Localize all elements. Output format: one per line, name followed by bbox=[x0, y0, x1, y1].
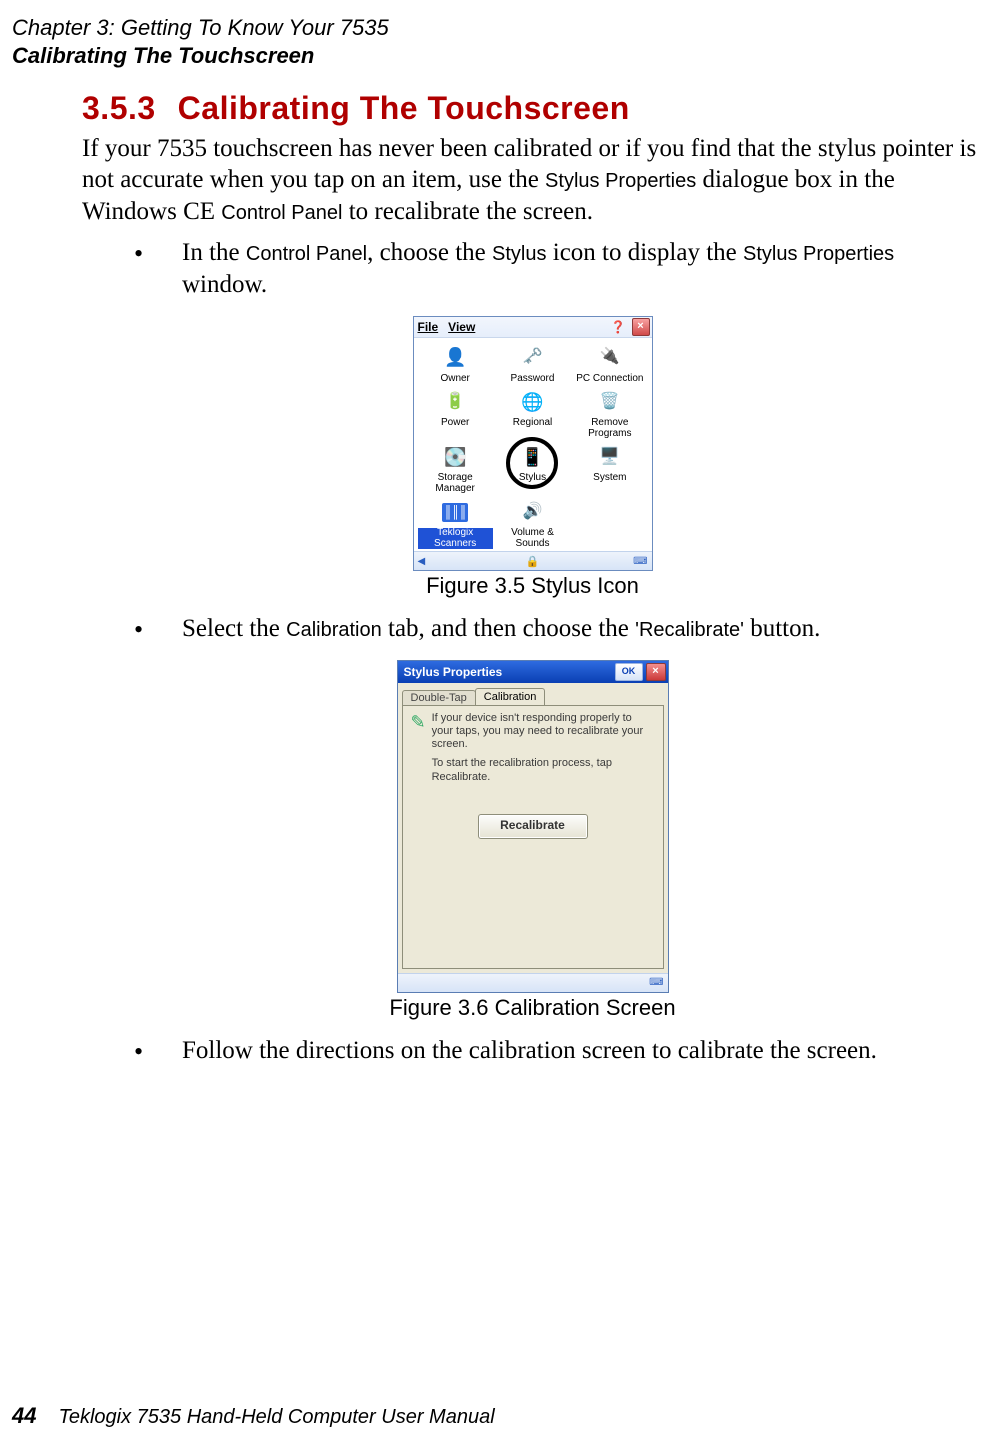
keyboard-icon[interactable]: ⌨ bbox=[649, 977, 663, 988]
tab-calibration[interactable]: Calibration bbox=[475, 688, 546, 706]
regional-icon bbox=[518, 388, 546, 416]
ui-label-control-panel: Control Panel bbox=[221, 202, 342, 224]
control-panel-window: File View ❓ × Owner Password PC Connection… bbox=[413, 316, 653, 572]
b1l2: Stylus bbox=[492, 243, 546, 265]
b2l2: 'Recalibrate' bbox=[635, 619, 744, 641]
b1p2: , choose the bbox=[367, 239, 492, 266]
cp-item-password[interactable]: Password bbox=[495, 344, 570, 385]
keyboard-icon[interactable]: ⌨ bbox=[633, 556, 647, 567]
recalibrate-button[interactable]: Recalibrate bbox=[478, 814, 588, 839]
tab-pane: If your device isn't responding properly… bbox=[402, 705, 664, 969]
owner-icon bbox=[441, 344, 469, 372]
bullet-follow-directions: Follow the directions on the calibration… bbox=[134, 1035, 983, 1068]
ok-button[interactable]: OK bbox=[615, 663, 643, 681]
scan-icon bbox=[441, 498, 469, 526]
cp-item-label: Remove Programs bbox=[572, 418, 647, 439]
system-icon bbox=[596, 443, 624, 471]
manual-title: Teklogix 7535 Hand-Held Computer User Ma… bbox=[58, 1406, 494, 1428]
b1p3: icon to display the bbox=[547, 239, 744, 266]
b1l3: Stylus Properties bbox=[743, 243, 894, 265]
stylus-icon bbox=[518, 443, 546, 471]
intro-paragraph: If your 7535 touchscreen has never been … bbox=[82, 133, 983, 227]
storage-icon bbox=[441, 443, 469, 471]
cp-item-label: Teklogix Scanners bbox=[418, 528, 493, 549]
cp-item-label: Stylus bbox=[519, 473, 546, 484]
b1p1: In the bbox=[182, 239, 246, 266]
tab-strip: Double-Tap Calibration bbox=[398, 683, 668, 705]
calibration-desc-2: To start the recalibration process, tap … bbox=[432, 757, 655, 783]
cp-item-label: PC Connection bbox=[576, 374, 643, 385]
figure-calibration-screen: Stylus Properties OK × Double-Tap Calibr… bbox=[82, 660, 983, 1021]
cp-item-power[interactable]: Power bbox=[418, 388, 493, 439]
stylus-properties-window: Stylus Properties OK × Double-Tap Calibr… bbox=[397, 660, 669, 993]
chapter-line: Chapter 3: Getting To Know Your 7535 bbox=[12, 14, 389, 42]
menu-view[interactable]: View bbox=[448, 320, 475, 334]
b2p2: tab, and then choose the bbox=[382, 615, 635, 642]
cp-item-owner[interactable]: Owner bbox=[418, 344, 493, 385]
volume-icon bbox=[518, 498, 546, 526]
window-title: Stylus Properties bbox=[404, 665, 503, 679]
section-heading: 3.5.3 Calibrating The Touchscreen bbox=[82, 90, 983, 127]
b1l1: Control Panel bbox=[246, 243, 367, 265]
tab-content: If your device isn't responding properly… bbox=[403, 706, 663, 790]
cp-item-volume-sounds[interactable]: Volume & Sounds bbox=[495, 498, 570, 549]
page-header: Chapter 3: Getting To Know Your 7535 Cal… bbox=[12, 14, 389, 69]
cp-item-label: Volume & Sounds bbox=[495, 528, 570, 549]
b2l1: Calibration bbox=[286, 619, 382, 641]
password-icon bbox=[518, 344, 546, 372]
page-footer: 44 Teklogix 7535 Hand-Held Computer User … bbox=[12, 1403, 495, 1429]
control-panel-grid: Owner Password PC Connection Power Regional R… bbox=[414, 338, 652, 552]
menu-file[interactable]: File bbox=[418, 320, 439, 334]
figure-caption-1: Figure 3.5 Stylus Icon bbox=[426, 573, 639, 599]
close-icon[interactable]: × bbox=[646, 663, 666, 681]
remove-icon bbox=[596, 388, 624, 416]
b1p4: window. bbox=[182, 271, 267, 298]
help-icon[interactable]: ❓ bbox=[611, 320, 626, 334]
cp-item-remove-programs[interactable]: Remove Programs bbox=[572, 388, 647, 439]
cp-item-teklogix-scanners[interactable]: Teklogix Scanners bbox=[418, 498, 493, 549]
b2p3: button. bbox=[744, 615, 820, 642]
ui-label-stylus-properties: Stylus Properties bbox=[545, 170, 696, 192]
figure-stylus-icon: File View ❓ × Owner Password PC Connection… bbox=[82, 316, 983, 600]
cp-item-label: Regional bbox=[513, 418, 552, 429]
cp-item-label: System bbox=[593, 473, 626, 484]
menubar: File View ❓ × bbox=[414, 317, 652, 338]
statusbar: ⌨ bbox=[398, 973, 668, 992]
cp-item-system[interactable]: System bbox=[572, 443, 647, 494]
b3: Follow the directions on the calibration… bbox=[182, 1037, 877, 1064]
cp-item-storage-manager[interactable]: Storage Manager bbox=[418, 443, 493, 494]
cp-item-label: Password bbox=[511, 374, 555, 385]
content-area: 3.5.3 Calibrating The Touchscreen If your… bbox=[82, 90, 983, 1081]
statusbar: ◀ 🔒 ⌨ bbox=[414, 551, 652, 570]
lock-icon: 🔒 bbox=[526, 555, 540, 568]
cp-item-label: Storage Manager bbox=[418, 473, 493, 494]
b2p1: Select the bbox=[182, 615, 286, 642]
figure-caption-2: Figure 3.6 Calibration Screen bbox=[389, 995, 675, 1021]
bullet-open-stylus: In the Control Panel, choose the Stylus … bbox=[134, 237, 983, 302]
cp-item-pc-connection[interactable]: PC Connection bbox=[572, 344, 647, 385]
power-icon bbox=[441, 388, 469, 416]
left-arrow-icon: ◀ bbox=[418, 556, 426, 567]
section-number: 3.5.3 bbox=[82, 90, 156, 126]
cp-item-label: Power bbox=[441, 418, 469, 429]
pc-icon bbox=[596, 344, 624, 372]
calibration-desc-1: If your device isn't responding properly… bbox=[432, 712, 655, 752]
intro-p3: to recalibrate the screen. bbox=[342, 198, 593, 225]
cp-item-stylus[interactable]: Stylus bbox=[495, 443, 570, 494]
section-line: Calibrating The Touchscreen bbox=[12, 42, 389, 70]
cp-item-label: Owner bbox=[440, 374, 469, 385]
page-number: 44 bbox=[12, 1403, 36, 1428]
section-title: Calibrating The Touchscreen bbox=[178, 90, 630, 126]
bullet-select-calibration: Select the Calibration tab, and then cho… bbox=[134, 613, 983, 646]
cp-item-regional[interactable]: Regional bbox=[495, 388, 570, 439]
close-icon[interactable]: × bbox=[632, 318, 650, 336]
stylus-illustration-icon bbox=[411, 712, 426, 784]
titlebar: Stylus Properties OK × bbox=[398, 661, 668, 683]
